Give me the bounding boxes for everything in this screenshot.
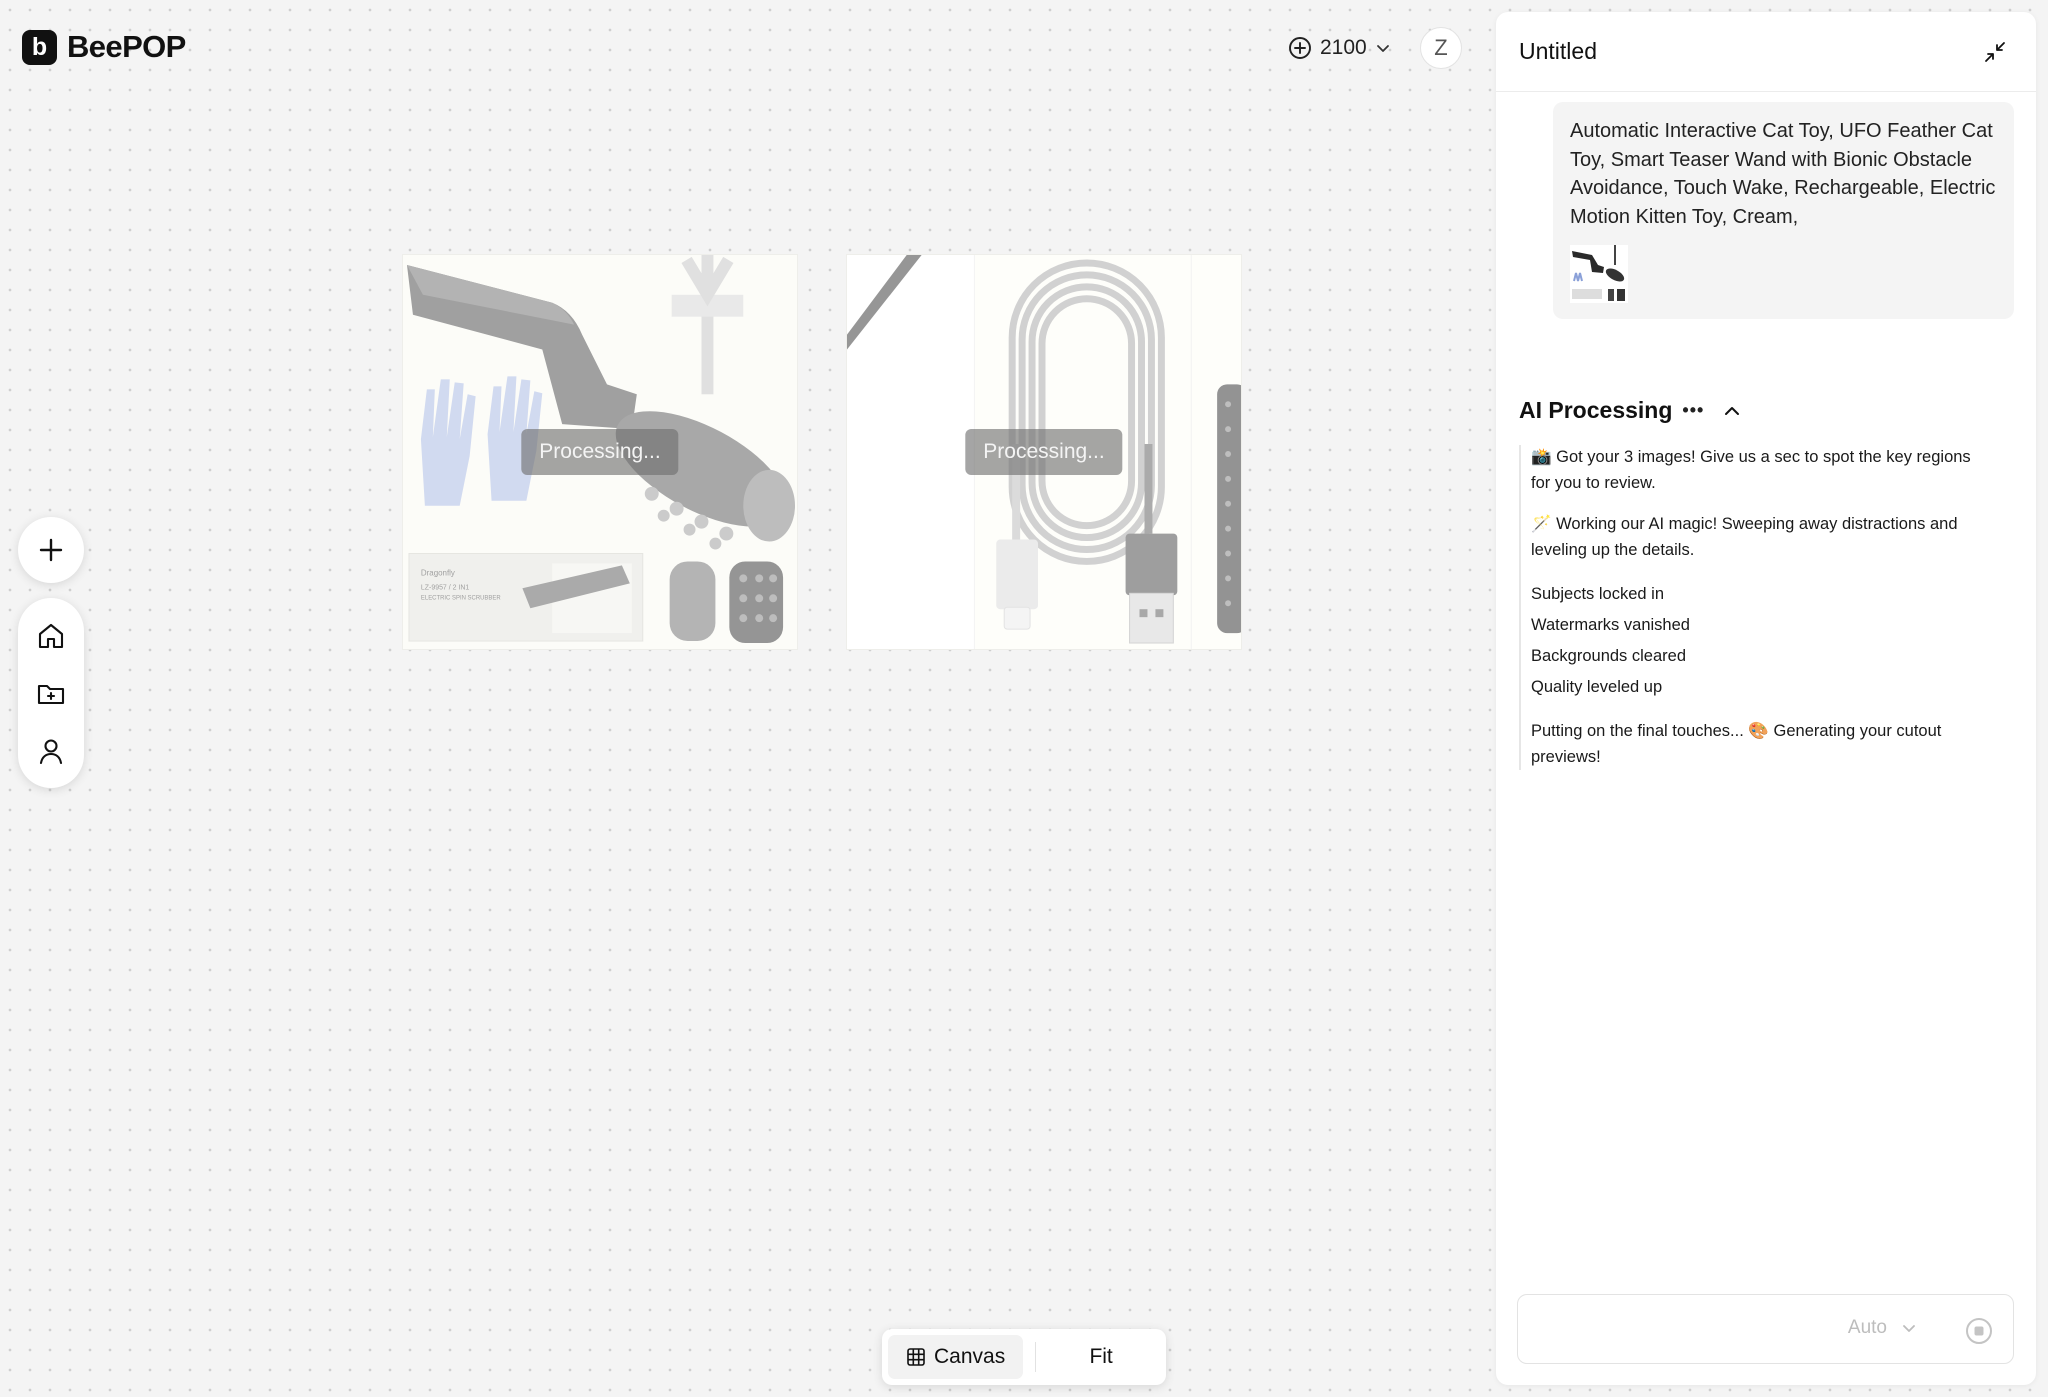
chevron-down-icon — [1376, 45, 1389, 52]
ai-log-step-1: 📸 Got your 3 images! Give us a sec to sp… — [1531, 448, 1971, 492]
grid-icon — [907, 1348, 925, 1366]
user-avatar[interactable]: Z — [1420, 27, 1462, 69]
user-message-text: Automatic Interactive Cat Toy, UFO Feath… — [1570, 120, 1996, 228]
canvas-view-button[interactable]: Canvas — [888, 1335, 1024, 1379]
panel-title[interactable]: Untitled — [1519, 38, 1597, 65]
fit-button[interactable]: Fit — [1042, 1345, 1160, 1369]
folder-icon — [37, 684, 65, 705]
sidebar-item-home[interactable] — [27, 612, 75, 660]
canvas-image-1[interactable]: Dragonfly LZ-9957 / 2 IN1 ELECTRIC SPIN … — [402, 254, 798, 650]
collapse-panel-button[interactable] — [1978, 35, 2012, 69]
credits-count: 2100 — [1320, 36, 1367, 59]
ai-log-step-3: Putting on the final touches... 🎨 Genera… — [1531, 722, 1942, 766]
collapse-icon — [1985, 41, 2005, 62]
chat-panel: Untitled Automatic Interactive Cat Toy, … — [1496, 12, 2036, 1385]
ai-log-check: Backgrounds cleared — [1531, 647, 1687, 665]
credits-button[interactable]: 2100 — [1288, 30, 1391, 66]
attached-image-preview — [1570, 245, 1628, 303]
ai-log-check: Subjects locked in — [1531, 585, 1664, 603]
ai-processing-title: AI Processing — [1519, 397, 1673, 423]
ai-processing-dots: ••• — [1682, 400, 1705, 420]
app-name: BeePOP — [67, 29, 186, 64]
ai-log-check: Watermarks vanished — [1531, 616, 1690, 634]
add-button[interactable] — [18, 517, 84, 583]
ai-processing-log: 📸 Got your 3 images! Give us a sec to sp… — [1519, 445, 1989, 770]
processing-badge: Processing... — [965, 429, 1123, 475]
collapse-ai-log-button[interactable] — [1722, 401, 1742, 421]
sidebar-item-projects[interactable] — [27, 669, 75, 717]
prompt-input[interactable]: Auto — [1517, 1294, 2014, 1364]
processing-badge: Processing... — [521, 429, 679, 475]
panel-header: Untitled — [1496, 12, 2036, 92]
ai-log-check: Quality leveled up — [1531, 678, 1663, 696]
mode-select[interactable]: Auto — [1848, 1317, 1917, 1339]
attached-image-thumbnail[interactable] — [1570, 245, 1628, 303]
user-icon — [39, 738, 63, 764]
app-logo[interactable]: b BeePOP — [22, 29, 186, 65]
user-message: Automatic Interactive Cat Toy, UFO Feath… — [1553, 102, 2014, 319]
plus-circle-icon — [1289, 37, 1311, 59]
toolbar-divider — [1035, 1342, 1037, 1372]
chevron-up-icon — [1725, 406, 1740, 415]
view-toolbar: Canvas Fit — [882, 1329, 1166, 1385]
stop-generation-icon[interactable] — [1965, 1317, 1993, 1345]
sidebar-nav — [18, 598, 84, 788]
user-initial: Z — [1434, 35, 1448, 60]
canvas-view-label: Canvas — [934, 1345, 1006, 1368]
canvas-image-2[interactable]: Processing... — [846, 254, 1242, 650]
chevron-down-icon — [1903, 1325, 1915, 1332]
ai-processing-header: AI Processing ••• — [1519, 397, 1742, 424]
sidebar-item-account[interactable] — [27, 727, 75, 775]
beepop-logo-icon: b — [22, 29, 57, 65]
mode-select-value: Auto — [1847, 1317, 1887, 1338]
home-icon — [38, 623, 64, 648]
ai-log-step-2: 🪄 Working our AI magic! Sweeping away di… — [1531, 515, 1958, 559]
plus-icon — [39, 538, 63, 562]
